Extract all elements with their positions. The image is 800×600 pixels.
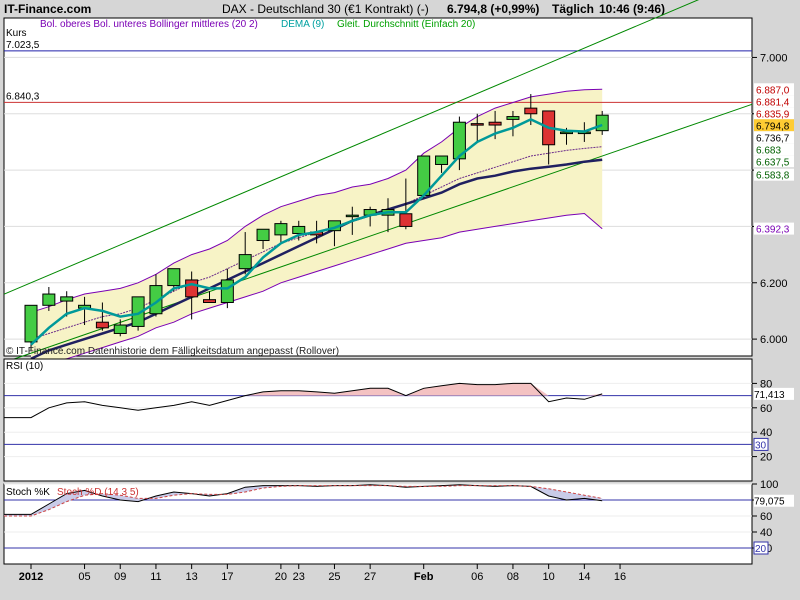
candle-body: [524, 107, 538, 115]
candle-body: [220, 279, 234, 303]
x-tick-label: 17: [221, 571, 233, 583]
stoch-d-label: Stoch %D (14 3 5): [57, 487, 139, 498]
x-tick-label: 13: [186, 571, 198, 583]
legend-bollinger: Bol. oberes Bol. unteres Bollinger mittl…: [40, 19, 258, 30]
price-value-label: 6.881,4: [756, 97, 790, 108]
candle-body: [488, 121, 502, 126]
candle-body: [345, 214, 359, 218]
price-ylabel: Kurs: [6, 28, 27, 39]
price-value-label: 6.637,5: [756, 157, 790, 168]
price-value-label: 6.835,9: [756, 109, 790, 120]
x-tick-label: 27: [364, 571, 376, 583]
x-tick-label: 16: [614, 571, 626, 583]
price-value-label: 6.887,0: [756, 85, 790, 96]
candle-body: [238, 254, 252, 270]
rsi-tick-label: 40: [760, 427, 772, 439]
rsi-value-label: 71,413: [754, 390, 785, 401]
candle-body: [506, 116, 520, 120]
candle-body: [274, 223, 288, 236]
rsi-level-label: 30: [755, 440, 767, 451]
stoch-k-label: Stoch %K: [6, 487, 50, 498]
candle-body: [256, 228, 270, 242]
hline-lower-label: 6.840,3: [6, 91, 40, 102]
price-tick-label: 7.000: [760, 52, 788, 64]
candle-body: [399, 213, 413, 227]
candle-body: [560, 131, 573, 135]
x-tick-label: 25: [328, 571, 340, 583]
stoch-level-label: 20: [755, 544, 767, 555]
stoch-tick-label: 40: [760, 527, 772, 539]
stoch-tick-label: 100: [760, 479, 778, 491]
candle-body: [595, 114, 609, 132]
price-value-label: 6.736,7: [756, 133, 790, 144]
x-tick-label: 10: [543, 571, 555, 583]
price-value-label: 6.583,8: [756, 171, 790, 182]
candle-body: [60, 296, 74, 302]
stoch-tick-label: 60: [760, 511, 772, 523]
candle-body: [203, 299, 216, 303]
x-tick-label: 14: [578, 571, 590, 583]
rsi-panel: [3, 358, 753, 482]
candle-body: [470, 123, 484, 126]
hline-upper-label: 7.023,5: [6, 40, 40, 51]
legend-sma: Gleit. Durchschnitt (Einfach 20): [337, 19, 475, 30]
x-tick-label: 11: [150, 571, 161, 583]
stoch-value-label: 79,075: [754, 497, 785, 508]
chart-window: IT-Finance.com DAX - Deutschland 30 (€1 …: [0, 0, 800, 600]
price-tick-label: 6.000: [760, 334, 788, 346]
legend-dema: DEMA (9): [281, 19, 324, 30]
x-axis: 2012 05 09 11 13 17 20 23 25 27 Feb 06 08 10 14 16: [19, 564, 626, 583]
price-tick-label: 6.200: [760, 278, 788, 290]
x-tick-label: 23: [293, 571, 305, 583]
price-value-label: 6.794,8: [756, 121, 790, 132]
copyright-note: © IT-Finance.com Datenhistorie dem Fälli…: [6, 346, 339, 357]
candle-body: [292, 225, 306, 234]
x-tick-label: 08: [507, 571, 519, 583]
price-right-labels: 6.887,06.881,46.835,96.794,86.736,76.683…: [754, 83, 794, 236]
x-tick-label: 09: [114, 571, 126, 583]
x-tick-label: 05: [78, 571, 90, 583]
price-value-label: 6.392,3: [756, 225, 790, 236]
x-tick-label: Feb: [414, 571, 434, 583]
candle-body: [113, 324, 127, 334]
candle-body: [42, 293, 56, 306]
candle-body: [435, 155, 449, 165]
candle-body: [167, 268, 181, 287]
candle-body: [185, 279, 199, 298]
rsi-yaxis: 2040608071,41330: [752, 378, 794, 464]
x-tick-label: 20: [275, 571, 287, 583]
rsi-label: RSI (10): [6, 361, 43, 372]
candle-body: [95, 321, 109, 329]
price-value-label: 6.683: [756, 145, 781, 156]
x-tick-label: 06: [471, 571, 483, 583]
chart-svg[interactable]: Kurs Bol. oberes Bol. unteres Bollinger …: [0, 0, 800, 600]
x-tick-label: 2012: [19, 571, 43, 583]
rsi-tick-label: 20: [760, 452, 772, 464]
rsi-tick-label: 60: [760, 403, 772, 415]
stoch-yaxis: 2040608010079,07520: [752, 479, 794, 555]
candle-body: [24, 304, 38, 343]
